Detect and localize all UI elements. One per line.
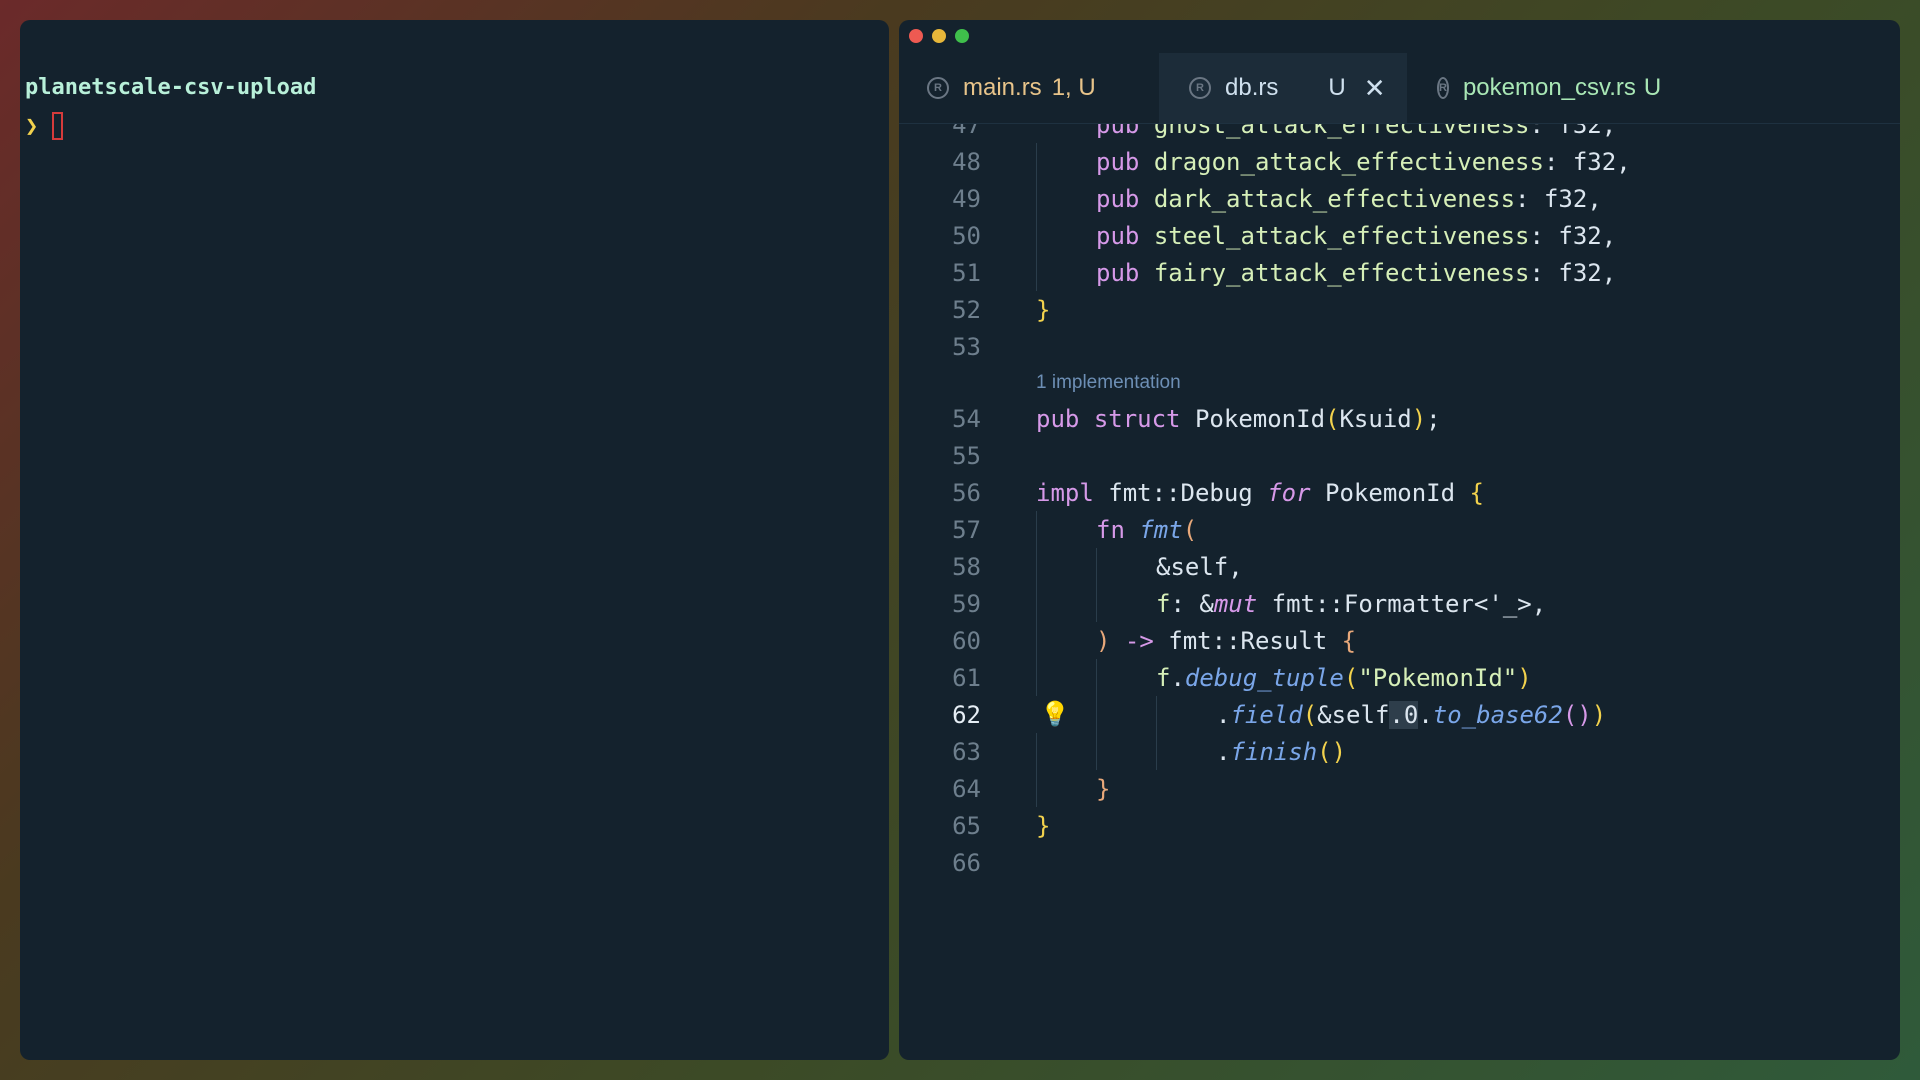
tab-status-badge: 1, U (1051, 74, 1096, 101)
struct-name: PokemonId (1194, 404, 1326, 433)
field-name: steel_attack_effectiveness (1153, 221, 1530, 250)
line-number: 52 (952, 295, 981, 324)
line-number: 50 (952, 221, 981, 250)
tab-db-rs[interactable]: R db.rs U ✕ (1159, 53, 1407, 123)
return-type: fmt::Result (1168, 626, 1328, 655)
terminal-pane[interactable]: planetscale-csv-upload ❯ (20, 20, 889, 1060)
code-line: 54 pub struct PokemonId(Ksuid); (899, 400, 1900, 437)
field-type: f32 (1558, 221, 1602, 250)
tab-label: pokemon_csv.rs (1462, 74, 1636, 101)
line-number: 47 (952, 124, 981, 139)
rust-file-icon: R (1437, 77, 1449, 99)
minimize-window-button[interactable] (932, 29, 946, 43)
code-line: 63 .finish() (899, 733, 1900, 770)
codelens-implementations[interactable]: 1 implementation (1036, 372, 1181, 394)
tab-main-rs[interactable]: R main.rs 1, U (927, 53, 1142, 123)
code-line: 52 } (899, 291, 1900, 328)
field-name: dark_attack_effectiveness (1153, 184, 1516, 213)
code-line: 56 impl fmt::Debug for PokemonId { (899, 474, 1900, 511)
field-name: ghost_attack_effectiveness (1153, 124, 1530, 139)
line-number: 60 (952, 626, 981, 655)
line-number: 57 (952, 515, 981, 544)
field-type: f32 (1558, 258, 1602, 287)
tab-label: main.rs (963, 74, 1042, 101)
code-line: 57 fn fmt( (899, 511, 1900, 548)
line-number: 58 (952, 552, 981, 581)
line-number: 55 (952, 441, 981, 470)
line-number: 56 (952, 478, 981, 507)
formatter-type: fmt::Formatter<'_> (1271, 589, 1532, 618)
code-line: 53 (899, 328, 1900, 365)
code-line: 64 } (899, 770, 1900, 807)
close-window-button[interactable] (909, 29, 923, 43)
code-line: 58 &self, (899, 548, 1900, 585)
inner-type: Ksuid (1339, 404, 1412, 433)
line-number: 63 (952, 737, 981, 766)
field-name: fairy_attack_effectiveness (1153, 258, 1530, 287)
line-number: 59 (952, 589, 981, 618)
lightbulb-icon[interactable]: 💡 (1040, 700, 1070, 728)
field-name: dragon_attack_effectiveness (1153, 147, 1544, 176)
code-line: 65 } (899, 807, 1900, 844)
line-number: 54 (952, 404, 981, 433)
code-line: 61 f.debug_tuple("PokemonId") (899, 659, 1900, 696)
close-icon[interactable]: ✕ (1364, 73, 1386, 104)
code-line: 48 pub dragon_attack_effectiveness: f32, (899, 143, 1900, 180)
trait-name: fmt::Debug (1108, 478, 1253, 507)
line-number: 49 (952, 184, 981, 213)
code-line: 51 pub fairy_attack_effectiveness: f32, (899, 254, 1900, 291)
code-line: 49 pub dark_attack_effectiveness: f32, (899, 180, 1900, 217)
rust-file-icon: R (1189, 77, 1211, 99)
code-editor[interactable]: 47 pub ghost_attack_effectiveness: f32, … (899, 124, 1900, 1054)
codelens-line: 1 implementation (899, 364, 1900, 401)
terminal-cursor (52, 112, 64, 140)
code-line: 55 (899, 437, 1900, 474)
line-number: 64 (952, 774, 981, 803)
code-line: 50 pub steel_attack_effectiveness: f32, (899, 217, 1900, 254)
prompt-symbol: ❯ (25, 113, 39, 139)
tab-status-badge: U (1643, 74, 1662, 101)
rust-file-icon: R (927, 77, 949, 99)
terminal-prompt-line[interactable]: ❯ (25, 112, 64, 140)
code-line: 60 ) -> fmt::Result { (899, 622, 1900, 659)
code-line-active: 62 💡 .field(&self.0.to_base62()) (899, 696, 1900, 733)
maximize-window-button[interactable] (955, 29, 969, 43)
tab-status-badge: U (1328, 74, 1346, 101)
line-number: 61 (952, 663, 981, 692)
line-number: 48 (952, 147, 981, 176)
field-type: f32 (1543, 184, 1588, 213)
window-controls (909, 29, 969, 43)
line-number: 51 (952, 258, 981, 287)
code-line: 47 pub ghost_attack_effectiveness: f32, (899, 124, 1900, 143)
line-number: 65 (952, 811, 981, 840)
field-type: f32 (1572, 147, 1617, 176)
tab-pokemon-csv-rs[interactable]: R pokemon_csv.rs U (1407, 53, 1661, 123)
code-line: 59 f: &mut fmt::Formatter<'_>, (899, 585, 1900, 622)
tab-bar: R main.rs 1, U R db.rs U ✕ R pokemon_csv… (899, 53, 1900, 124)
impl-target: PokemonId (1325, 478, 1456, 507)
line-number: 62 (952, 700, 981, 729)
terminal-directory-title: planetscale-csv-upload (25, 75, 317, 100)
editor-window[interactable]: R main.rs 1, U R db.rs U ✕ R pokemon_csv… (899, 20, 1900, 1060)
line-number: 53 (952, 332, 981, 361)
tab-label: db.rs (1225, 74, 1279, 101)
line-number: 66 (952, 848, 981, 877)
string-literal: "PokemonId" (1358, 663, 1518, 692)
code-line: 66 (899, 844, 1900, 881)
field-type: f32 (1558, 124, 1602, 139)
